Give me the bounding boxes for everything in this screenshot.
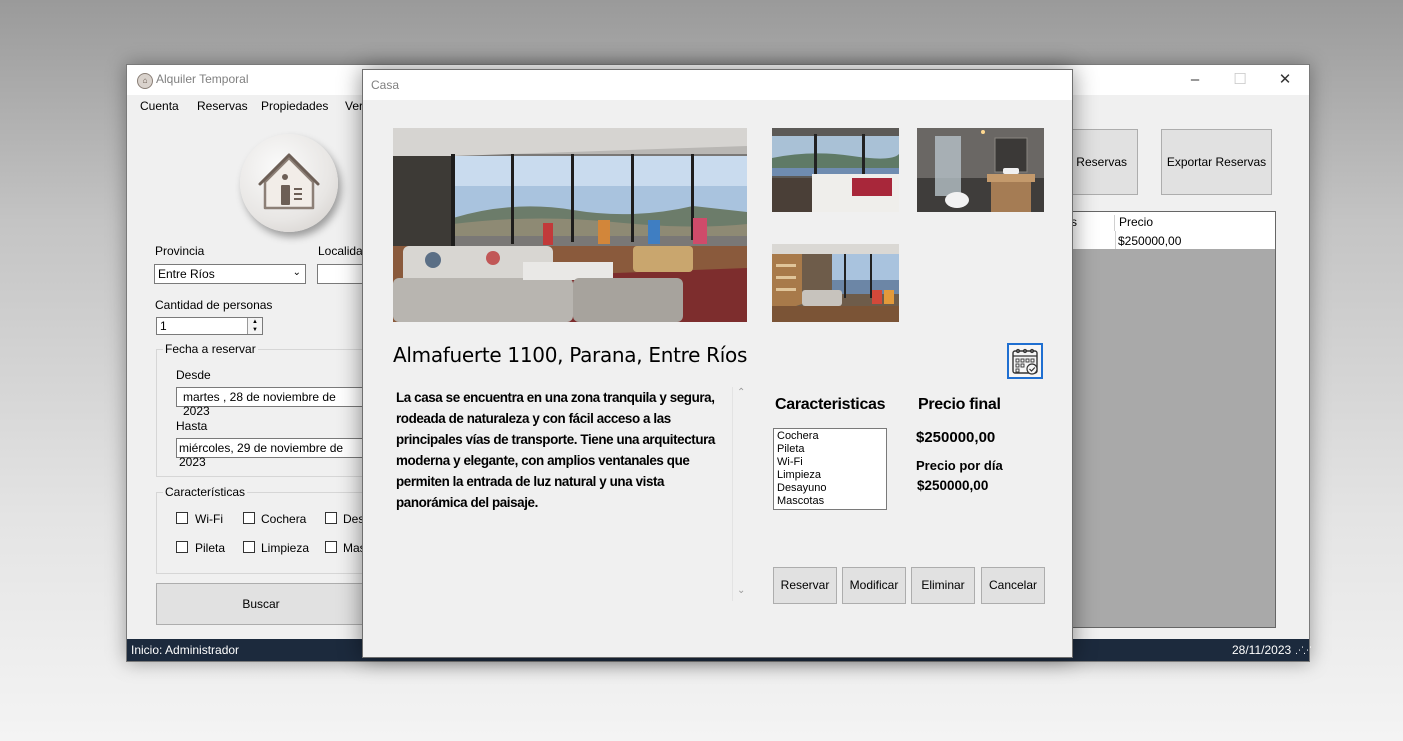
stepper-arrows-icon[interactable]: ▲ ▼ bbox=[247, 318, 262, 334]
list-item[interactable]: Desayuno bbox=[777, 482, 883, 495]
dialog-title: Casa bbox=[371, 78, 400, 92]
price-per-day-value: $250000,00 bbox=[917, 478, 989, 493]
reservar-button[interactable]: Reservar bbox=[773, 567, 837, 604]
fecha-group-title: Fecha a reservar bbox=[163, 342, 258, 356]
hasta-datepicker[interactable]: miércoles, 29 de noviembre de 2023 bbox=[176, 438, 366, 469]
modificar-button[interactable]: Modificar bbox=[842, 567, 906, 604]
cochera-label: Cochera bbox=[261, 512, 307, 526]
dialog-title-bar: Casa bbox=[363, 70, 1072, 100]
scroll-up-icon[interactable]: ⌃ bbox=[737, 387, 745, 398]
price-per-day-label: Precio por día bbox=[916, 458, 1003, 473]
cochera-checkbox[interactable] bbox=[243, 512, 255, 524]
limpieza-label: Limpieza bbox=[261, 541, 310, 555]
reservas-grid[interactable]: onas Precio $250000,00 bbox=[1044, 211, 1276, 628]
maximize-icon[interactable]: ☐ bbox=[1225, 69, 1255, 91]
desayuno-checkbox[interactable] bbox=[325, 512, 337, 524]
buscar-button[interactable]: Buscar bbox=[156, 583, 366, 625]
main-photo[interactable] bbox=[393, 128, 747, 322]
features-listbox[interactable]: Cochera Pileta Wi-Fi Limpieza Desayuno M… bbox=[773, 428, 887, 510]
minimize-icon[interactable]: – bbox=[1180, 69, 1210, 91]
scroll-down-icon[interactable]: ⌄ bbox=[737, 585, 745, 596]
list-item[interactable]: Wi-Fi bbox=[777, 456, 883, 469]
menu-propiedades[interactable]: Propiedades bbox=[261, 99, 328, 113]
resize-grip-icon[interactable]: ⋰⋰ bbox=[1295, 645, 1312, 656]
property-description: La casa se encuentra en una zona tranqui… bbox=[396, 390, 715, 510]
hasta-label: Hasta bbox=[176, 419, 208, 433]
grid-header: onas Precio bbox=[1045, 212, 1275, 232]
price-final-value: $250000,00 bbox=[916, 429, 996, 446]
provincia-combo[interactable]: Entre Ríos ⌄ bbox=[154, 264, 306, 284]
thumbnail-photo-3[interactable] bbox=[772, 244, 899, 322]
menu-ver[interactable]: Ver bbox=[345, 99, 363, 113]
wifi-checkbox[interactable] bbox=[176, 512, 188, 524]
window-title: Alquiler Temporal bbox=[156, 72, 249, 86]
thumbnail-photo-1[interactable] bbox=[772, 128, 899, 212]
grid-header-precio[interactable]: Precio bbox=[1119, 215, 1153, 229]
app-icon: ⌂ bbox=[137, 73, 153, 89]
chevron-down-icon: ⌄ bbox=[292, 267, 301, 278]
thumbnail-photo-2[interactable] bbox=[917, 128, 1044, 212]
mascotas-checkbox[interactable] bbox=[325, 541, 337, 553]
list-item[interactable]: Limpieza bbox=[777, 469, 883, 482]
grid-cell-precio: $250000,00 bbox=[1118, 234, 1182, 248]
desde-datepicker[interactable]: martes , 28 de noviembre de 2023 bbox=[176, 387, 366, 418]
cancelar-button[interactable]: Cancelar bbox=[981, 567, 1045, 604]
status-date: 28/11/2023 bbox=[1232, 643, 1292, 657]
wifi-label: Wi-Fi bbox=[195, 512, 223, 526]
provincia-value: Entre Ríos bbox=[158, 267, 215, 281]
list-item[interactable]: Mascotas bbox=[777, 495, 883, 508]
cantidad-label: Cantidad de personas bbox=[155, 298, 273, 312]
table-row[interactable]: $250000,00 bbox=[1045, 231, 1275, 249]
localidad-combo[interactable] bbox=[317, 264, 367, 284]
desde-label: Desde bbox=[176, 368, 211, 382]
cantidad-stepper[interactable]: 1 ▲ ▼ bbox=[156, 317, 263, 335]
caracteristicas-group-title: Características bbox=[163, 485, 248, 499]
pileta-label: Pileta bbox=[195, 541, 226, 555]
eliminar-button[interactable]: Eliminar bbox=[911, 567, 975, 604]
exportar-reservas-button[interactable]: Exportar Reservas bbox=[1161, 129, 1272, 195]
list-item[interactable]: Cochera bbox=[777, 430, 883, 443]
menu-cuenta[interactable]: Cuenta bbox=[140, 99, 179, 113]
property-address: Almafuerte 1100, Parana, Entre Ríos bbox=[393, 343, 748, 367]
cantidad-value: 1 bbox=[160, 319, 167, 333]
provincia-label: Provincia bbox=[155, 244, 205, 258]
features-title: Caracteristicas bbox=[775, 396, 886, 413]
house-logo-icon bbox=[240, 134, 338, 232]
menu-reservas[interactable]: Reservas bbox=[197, 99, 248, 113]
price-title: Precio final bbox=[918, 396, 1001, 413]
casa-dialog: Casa Almafuerte 1100, Parana, Entre Ríos… bbox=[362, 69, 1073, 658]
description-scrollbar[interactable]: ⌃ ⌄ bbox=[732, 387, 750, 601]
pileta-checkbox[interactable] bbox=[176, 541, 188, 553]
calendar-check-icon[interactable] bbox=[1007, 343, 1043, 379]
status-user: Inicio: Administrador bbox=[131, 643, 240, 657]
close-icon[interactable]: ✕ bbox=[1270, 69, 1300, 91]
limpieza-checkbox[interactable] bbox=[243, 541, 255, 553]
list-item[interactable]: Pileta bbox=[777, 443, 883, 456]
caracteristicas-groupbox: Características bbox=[156, 485, 368, 574]
